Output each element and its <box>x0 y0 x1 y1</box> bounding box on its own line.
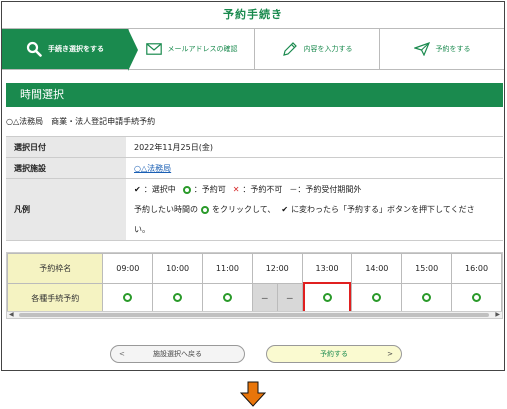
slot-1400[interactable] <box>351 283 403 314</box>
legend-unavailable: ：予約不可 <box>242 185 283 194</box>
time-slot-grid: 予約枠名 09:00 10:00 11:00 12:00 13:00 14:00… <box>6 252 503 319</box>
slot-1000[interactable] <box>152 283 204 314</box>
time-header: 16:00 <box>451 253 502 284</box>
facility-procedure-name: ○△法務局 商業・法人登記申請手続予約 <box>6 117 156 126</box>
time-header: 14:00 <box>351 253 403 284</box>
pencil-icon <box>282 41 298 57</box>
date-label: 選択日付 <box>6 136 126 158</box>
x-mark-icon: ✕ <box>232 185 240 194</box>
instruction-text-1: 予約したい時間の <box>134 205 198 214</box>
circle-icon <box>123 293 133 302</box>
slot-1600[interactable] <box>451 283 502 314</box>
legend-label: 凡例 <box>6 178 126 241</box>
slot-0900[interactable] <box>102 283 154 314</box>
section-title: 時間選択 <box>6 83 503 107</box>
back-button-label: 施設選択へ戻る <box>153 350 202 358</box>
circle-icon <box>201 205 209 214</box>
time-header: 10:00 <box>152 253 204 284</box>
chevron-left-icon: < <box>119 350 125 358</box>
circle-icon <box>472 293 482 302</box>
reserve-button-label: 予約する <box>320 350 348 358</box>
paper-plane-icon <box>413 42 430 56</box>
checkmark-icon: ✔ <box>134 185 141 194</box>
horizontal-scrollbar[interactable]: ◀ ▶ <box>7 311 502 318</box>
slot-1100[interactable] <box>202 283 253 314</box>
page-title: 予約手続き <box>223 8 283 21</box>
legend-cell: ✔ ：選択中 ：予約可 ✕ ：予約不可 －：予約受付期間外 予約したい時間の を… <box>126 178 503 241</box>
chevron-right-icon: > <box>387 350 393 358</box>
slot-1230-b: － <box>276 283 303 314</box>
circle-icon <box>372 293 382 302</box>
time-header: 15:00 <box>401 253 453 284</box>
step-label: メールアドレスの確認 <box>167 45 238 53</box>
step-reserve: 予約をする <box>380 29 504 69</box>
back-to-facility-button[interactable]: < 施設選択へ戻る <box>110 345 245 363</box>
time-header-row: 予約枠名 09:00 10:00 11:00 12:00 13:00 14:00… <box>7 253 502 284</box>
step-label: 予約をする <box>435 45 471 53</box>
instruction-row: 予約したい時間の をクリックして、 ✔ に変わったら「予約する」ボタンを押下して… <box>134 204 495 215</box>
slot-name-header: 予約枠名 <box>7 253 104 284</box>
circle-icon <box>422 293 432 302</box>
slot-row: 各種手続予約 － － <box>7 282 502 316</box>
slot-1500[interactable] <box>401 283 453 314</box>
circle-icon <box>173 293 183 302</box>
reserve-button[interactable]: 予約する > <box>266 345 402 363</box>
slot-1200-a: － <box>251 283 278 314</box>
down-arrow-icon <box>239 381 267 409</box>
legend-outside: －：予約受付期間外 <box>289 185 362 194</box>
step-label: 内容を入力する <box>303 45 353 53</box>
time-header: 13:00 <box>301 253 353 284</box>
facility-link[interactable]: ○△法務局 <box>134 164 171 173</box>
instruction-text-4: い。 <box>134 225 150 234</box>
step-enter-details: 内容を入力する <box>255 29 380 69</box>
slot-1300[interactable] <box>301 282 353 316</box>
mail-icon <box>145 43 162 55</box>
booking-panel: 予約手続き 手続き選択をする メールアドレスの確認 内容を入力する 予約をする <box>1 1 505 371</box>
circle-icon <box>322 293 332 302</box>
legend-available: ：予約可 <box>193 185 226 194</box>
time-header: 12:00 <box>251 253 303 284</box>
legend-selected: ：選択中 <box>143 185 176 194</box>
date-value: 2022年11月25日(金) <box>126 136 503 158</box>
step-confirm-email: メールアドレスの確認 <box>129 29 255 69</box>
step-label: 手続き選択をする <box>48 45 104 53</box>
scroll-left-icon[interactable]: ◀ <box>9 311 14 318</box>
time-header: 09:00 <box>102 253 154 284</box>
step-progress-bar: 手続き選択をする メールアドレスの確認 内容を入力する 予約をする <box>2 28 504 71</box>
scroll-right-icon[interactable]: ▶ <box>495 311 500 318</box>
instruction-text-3: に変わったら「予約する」ボタンを押下してくださ <box>291 205 475 214</box>
checkmark-icon: ✔ <box>281 205 289 214</box>
selection-info-table: 選択日付 2022年11月25日(金) 選択施設 ○△法務局 凡例 ✔ ：選択中… <box>6 136 503 241</box>
time-header: 11:00 <box>202 253 253 284</box>
legend-row: ✔ ：選択中 ：予約可 ✕ ：予約不可 －：予約受付期間外 <box>134 184 495 195</box>
instruction-text-2: をクリックして、 <box>212 205 276 214</box>
search-icon <box>26 41 42 57</box>
facility-label: 選択施設 <box>6 157 126 179</box>
circle-icon <box>222 293 232 302</box>
step-select-procedure: 手続き選択をする <box>2 29 138 71</box>
procedure-row-label: 各種手続予約 <box>7 283 104 314</box>
scroll-thumb[interactable] <box>19 313 489 317</box>
circle-icon <box>182 185 191 194</box>
